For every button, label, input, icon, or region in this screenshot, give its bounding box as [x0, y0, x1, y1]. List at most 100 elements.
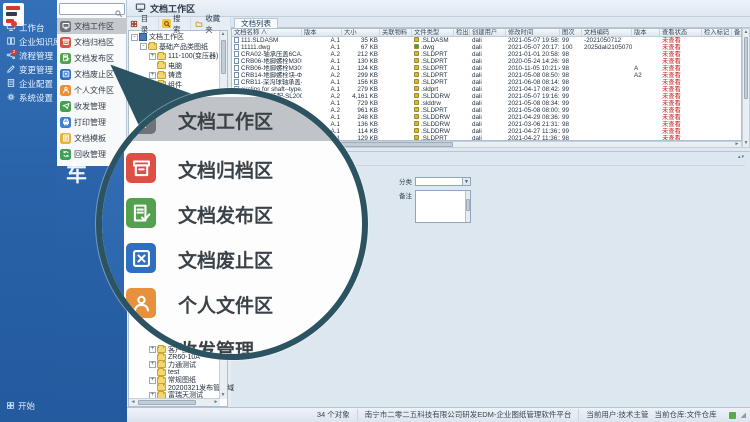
magnified-item-label: 文档废止区: [178, 246, 273, 273]
document-icon: [234, 51, 239, 57]
magnified-item-5[interactable]: 个人文件区: [102, 281, 362, 325]
table-vertical-scrollbar[interactable]: ▲ ▼: [742, 28, 750, 148]
column-header-10[interactable]: 文档编码: [582, 29, 632, 36]
template-icon: [60, 133, 71, 144]
building-icon: [6, 78, 19, 90]
nav-item-1[interactable]: 工作台: [0, 21, 57, 35]
cell: 2021-05-07 20:17:55: [506, 44, 560, 51]
sidebar-item-3[interactable]: 文档发布区: [57, 50, 127, 66]
panel-collapse-icon[interactable]: ▴▾: [738, 154, 745, 160]
nav-item-4[interactable]: 变更管理: [0, 63, 57, 77]
magnified-item-1[interactable]: 文档工作区: [102, 97, 362, 141]
remark-label: 备注: [399, 190, 412, 200]
scroll-right-icon[interactable]: ►: [212, 399, 220, 406]
column-header-2[interactable]: 版本: [302, 29, 342, 36]
scroll-up-icon[interactable]: ▲: [742, 29, 750, 36]
tree-expander-icon[interactable]: -: [131, 34, 138, 41]
cell: A.2: [302, 51, 342, 58]
column-header-14[interactable]: 备注: [732, 29, 742, 36]
cell: 未查看: [660, 100, 702, 107]
column-header-13[interactable]: 检入标记: [702, 29, 732, 36]
filetype-icon: [414, 58, 419, 63]
cell: .SLDPRT: [412, 107, 454, 114]
tree-horizontal-scrollbar[interactable]: ◄ ►: [129, 398, 220, 406]
nav-item-2[interactable]: 企业知识库: [0, 35, 57, 49]
remark-scrollbar[interactable]: [465, 191, 470, 222]
tree-node-基础产品类图纸[interactable]: -基础产品类图纸: [131, 43, 223, 51]
nav-item-3[interactable]: 流程管理2: [0, 49, 57, 63]
magnified-item-6[interactable]: 收发管理: [102, 326, 362, 354]
tree-expander-icon[interactable]: +: [149, 361, 156, 368]
column-header-6[interactable]: 检出用户: [454, 29, 470, 36]
table-row-2[interactable]: 11111.dwgA.167 KB.dwgdali2021-05-07 20:1…: [232, 44, 741, 51]
table-row-3[interactable]: CRA02-轴承压盖6CA.SLDPRTA.2212 KB.SLDPRTdali…: [232, 51, 741, 58]
cell: .slddrw: [412, 100, 454, 107]
cell: CRB06-地脚螺栓M30×1.5×1...: [232, 58, 302, 65]
toolbar-button-3[interactable]: 收藏夹: [191, 18, 231, 30]
column-header-8[interactable]: 修改时间: [506, 29, 560, 36]
filetype-icon: [414, 128, 419, 133]
cell: dali: [470, 107, 506, 114]
tree-expander-icon[interactable]: -: [140, 43, 147, 50]
tree-expander-icon[interactable]: +: [149, 53, 156, 60]
pencil-icon: [6, 64, 19, 76]
column-header-3[interactable]: 大小: [342, 29, 380, 36]
nav-item-6[interactable]: 系统设置: [0, 91, 57, 105]
table-row-8[interactable]: circlips for shaft--type..A.1279 KB.sldp…: [232, 86, 741, 93]
tree-node-111-100(变压器)[interactable]: +111-100(变压器): [131, 52, 223, 60]
logo-mark-red: [6, 6, 20, 10]
cell: .SLDPRT: [412, 51, 454, 58]
start-button[interactable]: 开始: [6, 400, 35, 412]
toolbar-button-2[interactable]: 搜索: [159, 18, 191, 30]
column-header-5[interactable]: 文件类型: [412, 29, 454, 36]
cell: 98: [560, 121, 582, 128]
scroll-down-icon[interactable]: ▼: [742, 140, 750, 147]
column-header-12[interactable]: 查看状态: [660, 29, 702, 36]
column-header-9[interactable]: 图次: [560, 29, 582, 36]
cell: -2021050712: [582, 37, 632, 44]
column-header-7[interactable]: 创建用户: [470, 29, 506, 36]
column-header-11[interactable]: 版本: [632, 29, 660, 36]
table-row-1[interactable]: 111.SLDASMA.135 KB.SLDASMdali2021-05-07 …: [232, 37, 741, 44]
table-row-7[interactable]: CRB11-深沟球轴承盖-Φ5613..A.1156 KB.SLDPRTdali…: [232, 79, 741, 86]
scroll-left-icon[interactable]: ◄: [129, 399, 137, 406]
sidebar-item-2[interactable]: 文档归档区: [57, 34, 127, 50]
category-select[interactable]: ▼: [415, 177, 471, 186]
toolbar-button-label: 目录: [141, 13, 156, 35]
sidebar-item-1[interactable]: 文档工作区: [57, 18, 127, 34]
tab-doc-list[interactable]: 文档列表: [234, 18, 278, 28]
nav-item-5[interactable]: 企业配置: [0, 77, 57, 91]
monitor-icon: [60, 21, 71, 32]
cell: 299 KB: [342, 72, 380, 79]
cell: .SLDDRW: [412, 128, 454, 135]
column-header-4[interactable]: 关联物料: [380, 29, 412, 36]
filetype-icon: [414, 37, 419, 42]
magnified-item-4[interactable]: 文档废止区: [102, 236, 362, 280]
column-header-1[interactable]: 文档名称 ∧: [232, 29, 302, 36]
search-input[interactable]: [61, 4, 113, 14]
toolbar-button-1[interactable]: 目录: [127, 18, 159, 30]
scroll-down-icon[interactable]: ▼: [219, 392, 227, 399]
tree-node-力通测试[interactable]: +力通测试: [131, 361, 223, 369]
table-row-5[interactable]: CRB06-地脚螺栓M30×1.5.TL..A.1124 KB.SLDPRTda…: [232, 65, 741, 72]
tree-expander-icon[interactable]: +: [149, 377, 156, 384]
cell: 2021-06-08 08:14:37: [506, 79, 560, 86]
cell: dali: [470, 58, 506, 65]
table-row-6[interactable]: CRB14-地脚螺栓块-Φ2008000..A.2299 KB.SLDPRTda…: [232, 72, 741, 79]
table-row-4[interactable]: CRB06-地脚螺栓M30×1.5×1...A.1130 KB.SLDPRTda…: [232, 58, 741, 65]
magnifier-overlay: 文档工作区文档归档区文档发布区文档废止区个人文件区收发管理: [96, 88, 368, 360]
cell: 未查看: [660, 86, 702, 93]
tree-node-电脑[interactable]: 电脑: [131, 62, 223, 70]
magnified-item-3[interactable]: 文档发布区: [102, 191, 362, 235]
remark-textarea[interactable]: [415, 190, 471, 223]
tree-expander-icon[interactable]: +: [149, 72, 156, 79]
cell: 99: [560, 100, 582, 107]
scroll-right-icon[interactable]: ►: [733, 141, 741, 148]
chevron-down-icon[interactable]: ▼: [462, 178, 470, 186]
cell: 99: [560, 93, 582, 100]
magnified-item-2[interactable]: 文档归档区: [102, 146, 362, 190]
cell: 99: [560, 86, 582, 93]
cell: 2021-04-29 08:36:49: [506, 114, 560, 121]
magnified-item-label: 收发管理: [178, 336, 254, 354]
document-icon: [234, 58, 239, 64]
